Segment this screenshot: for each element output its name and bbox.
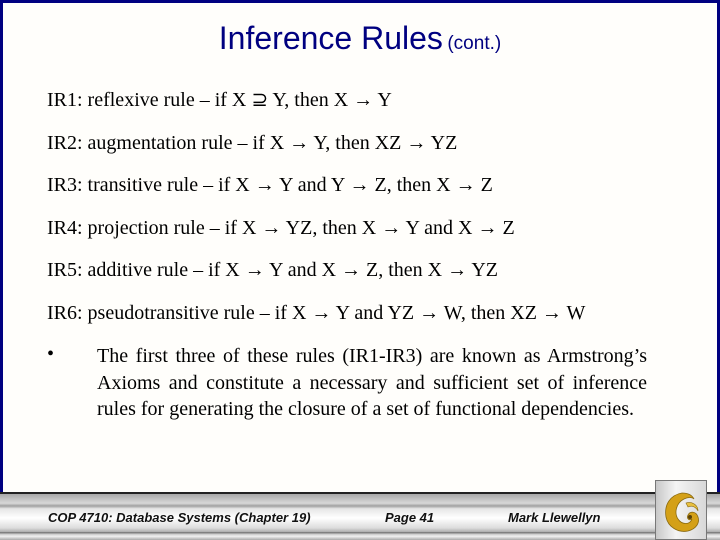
footer-bar: COP 4710: Database Systems (Chapter 19) … — [0, 492, 720, 540]
title-main: Inference Rules — [218, 20, 443, 56]
logo-box — [655, 480, 707, 540]
rule-ir4: IR4: projection rule – if X → YZ, then X… — [47, 216, 515, 239]
footer-page-number: Page 41 — [385, 510, 435, 525]
pegasus-logo-icon — [665, 492, 699, 532]
title-suffix: (cont.) — [447, 33, 502, 54]
rule-ir1: IR1: reflexive rule – if X ⊇ Y, then X →… — [47, 89, 392, 111]
rule-ir2: IR2: augmentation rule – if X → Y, then … — [47, 131, 458, 154]
rule-ir5: IR5: additive rule – if X → Y and X → Z,… — [47, 259, 499, 281]
bullet-text: The first three of these rules (IR1-IR3)… — [97, 345, 647, 420]
slide: Inference Rules (cont.) IR1: reflexive r… — [0, 0, 720, 540]
bullet-icon: • — [47, 343, 55, 365]
slide-title: Inference Rules (cont.) — [0, 20, 720, 57]
rule-ir3: IR3: transitive rule – if X → Y and Y → … — [47, 174, 493, 196]
footer-author: Mark Llewellyn — [508, 510, 601, 525]
rules-list: IR1: reflexive rule – if X ⊇ Y, then X →… — [47, 88, 667, 343]
footer-course: COP 4710: Database Systems (Chapter 19) — [48, 510, 311, 525]
rule-ir6: IR6: pseudotransitive rule – if X → Y an… — [47, 301, 586, 324]
